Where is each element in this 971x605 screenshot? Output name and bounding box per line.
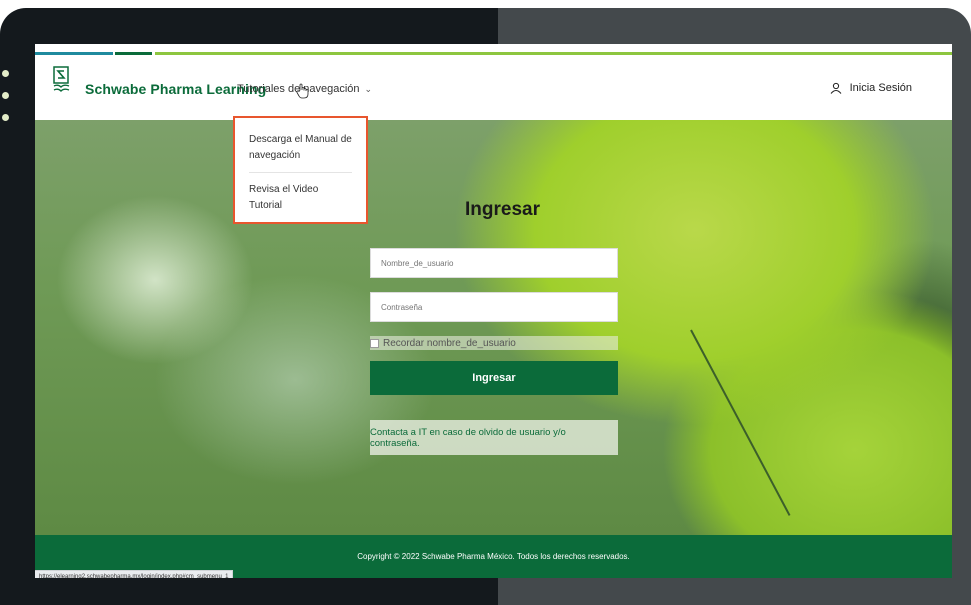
login-submit-button[interactable]: Ingresar — [370, 361, 618, 395]
browser-screen: Schwabe Pharma Learning Tutoriales de na… — [35, 44, 952, 604]
username-input[interactable] — [370, 248, 618, 278]
top-accent-line — [35, 52, 113, 55]
dropdown-item-manual[interactable]: Descarga el Manual de navegación — [249, 132, 352, 164]
dropdown-item-video[interactable]: Revisa el Video Tutorial — [249, 182, 352, 214]
copyright-text: Copyright © 2022 Schwabe Pharma México. … — [357, 552, 630, 561]
remember-label: Recordar nombre_de_usuario — [383, 337, 516, 349]
user-icon — [830, 82, 842, 94]
device-bezel-bottom — [35, 578, 952, 604]
login-label: Inicia Sesión — [849, 82, 912, 94]
remember-username[interactable]: Recordar nombre_de_usuario — [370, 336, 618, 350]
remember-checkbox[interactable] — [370, 338, 379, 348]
forgot-credentials-notice[interactable]: Contacta a IT en caso de olvido de usuar… — [370, 420, 618, 455]
hero-background — [35, 120, 952, 535]
password-input[interactable] — [370, 292, 618, 322]
login-link[interactable]: Inicia Sesión — [830, 82, 912, 94]
hand-cursor-icon — [296, 83, 309, 99]
chevron-down-icon: ⌄ — [364, 83, 373, 94]
tutorial-dropdown-menu: Descarga el Manual de navegación Revisa … — [233, 116, 368, 224]
decorative-dots — [2, 70, 12, 136]
top-accent-line — [115, 52, 152, 55]
login-title: Ingresar — [465, 199, 540, 220]
schwabe-logo-icon[interactable] — [53, 66, 71, 94]
dropdown-divider — [249, 172, 352, 173]
top-accent-line — [155, 52, 952, 55]
leaf-stem — [690, 329, 791, 516]
